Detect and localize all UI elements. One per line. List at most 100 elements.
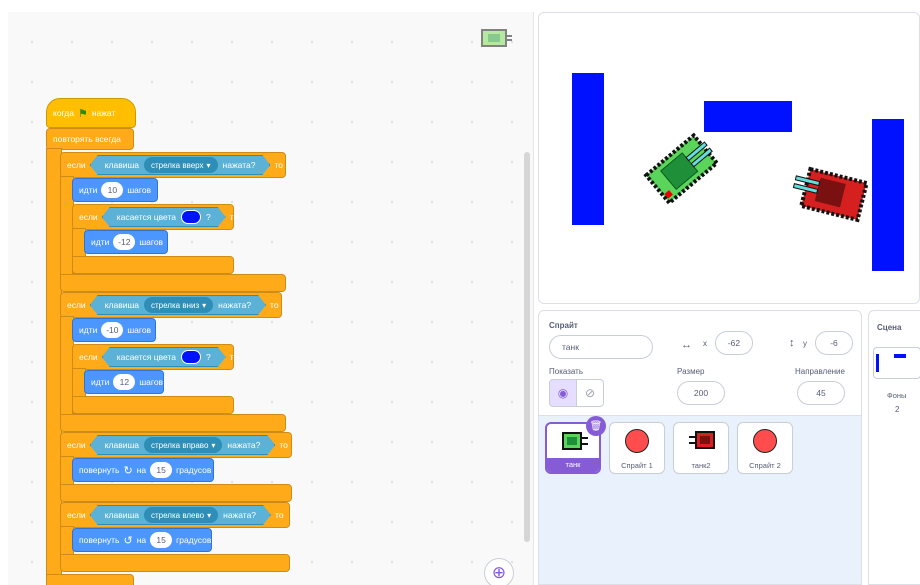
block-text: идти	[91, 377, 110, 387]
wall-left	[572, 73, 604, 225]
show-label: Показать	[549, 367, 584, 376]
if-bottom	[72, 256, 234, 274]
block-text: если	[67, 440, 86, 450]
if-bottom	[60, 554, 290, 572]
when-flag-clicked-block[interactable]: когда ⚑ нажат	[46, 98, 136, 128]
block-text: когда	[53, 108, 74, 118]
eye-off-icon[interactable]: ⊘	[576, 379, 604, 407]
block-text: клавиша	[104, 440, 139, 450]
eye-icon[interactable]: ◉	[549, 379, 577, 407]
move-steps-block[interactable]: идти 10 шагов	[72, 178, 158, 202]
if-bottom	[60, 484, 292, 502]
block-text: то	[229, 212, 239, 222]
steps-input[interactable]: -10	[101, 322, 124, 338]
move-steps-block[interactable]: идти 12 шагов	[84, 370, 164, 394]
turn-left-icon: ↺	[123, 534, 133, 547]
block-text: повернуть	[79, 465, 120, 475]
block-text: нажата?	[227, 440, 261, 450]
size-label: Размер	[677, 367, 705, 376]
block-text: идти	[79, 185, 98, 195]
backdrop-thumbnail[interactable]	[873, 347, 920, 379]
sprite-name-input[interactable]: танк	[549, 335, 653, 359]
block-text: нажата?	[222, 160, 256, 170]
if-touching-color-block[interactable]: если касается цвета ? то	[72, 204, 238, 230]
key-dropdown[interactable]: стрелка вниз ▾	[144, 297, 213, 313]
move-steps-block[interactable]: идти -10 шагов	[72, 318, 156, 342]
key-dropdown[interactable]: стрелка вправо ▾	[144, 437, 222, 453]
if-block-down[interactable]: если клавиша стрелка вниз ▾ нажата? то	[60, 292, 282, 318]
block-text: шагов	[139, 377, 164, 387]
block-text: шагов	[127, 185, 152, 195]
if-block-left[interactable]: если клавиша стрелка влево ▾ нажата? то	[60, 502, 290, 528]
block-text: идти	[91, 237, 110, 247]
key-dropdown[interactable]: стрелка вверх ▾	[144, 157, 218, 173]
backdrops-label: Фоны	[887, 391, 907, 400]
block-text: если	[67, 300, 86, 310]
block-text: нажата?	[218, 300, 252, 310]
y-arrows-icon: ↕	[789, 337, 795, 349]
green-tank-sprite[interactable]	[635, 125, 727, 205]
color-swatch[interactable]	[181, 210, 201, 224]
y-input[interactable]: -6	[815, 331, 853, 355]
steps-input[interactable]: -12	[113, 234, 136, 250]
steps-input[interactable]: 10	[101, 182, 124, 198]
sprite-tile-tank2[interactable]: танк2	[673, 422, 729, 474]
if-block-right[interactable]: если клавиша стрелка вправо ▾ нажата? то	[60, 432, 292, 458]
stage[interactable]	[538, 12, 920, 304]
sprite-label: Спрайт	[549, 321, 578, 330]
if-block-up[interactable]: если клавиша стрелка вверх ▾ нажата? то	[60, 152, 286, 178]
sprite-list: танк Спрайт 1 танк2 Спрайт 2	[538, 416, 862, 585]
block-text: на	[136, 465, 147, 475]
if-touching-color-block[interactable]: если касается цвета ? то	[72, 344, 238, 370]
block-text: то	[275, 510, 284, 520]
code-area[interactable]: когда ⚑ нажат повторять всегда если клав…	[8, 12, 534, 585]
block-text: клавиша	[104, 510, 139, 520]
move-steps-block[interactable]: идти -12 шагов	[84, 230, 168, 254]
block-text: на	[136, 535, 147, 545]
block-text: если	[67, 510, 86, 520]
block-text: касается цвета	[116, 212, 177, 222]
trash-icon[interactable]: 🗑	[586, 416, 606, 436]
touching-color-sensor[interactable]: касается цвета ?	[102, 347, 226, 367]
sprite-tile-label: танк	[547, 458, 599, 472]
degrees-input[interactable]: 15	[150, 462, 173, 478]
key-pressed-sensor[interactable]: клавиша стрелка вниз ▾ нажата?	[90, 295, 266, 315]
key-pressed-sensor[interactable]: клавиша стрелка вправо ▾ нажата?	[90, 435, 276, 455]
sprite-tile-sprite2[interactable]: Спрайт 2	[737, 422, 793, 474]
turn-right-block[interactable]: повернуть ↻ на 15 градусов	[72, 458, 214, 482]
block-text: если	[79, 352, 98, 362]
block-text: ?	[206, 352, 211, 362]
block-text: нажата?	[223, 510, 257, 520]
red-circle-thumbnail	[753, 429, 777, 453]
x-input[interactable]: -62	[715, 331, 753, 355]
block-text: если	[67, 160, 86, 170]
turn-left-block[interactable]: повернуть ↺ на 15 градусов	[72, 528, 212, 552]
block-text: идти	[79, 325, 98, 335]
block-text: то	[279, 440, 288, 450]
dropdown-text: стрелка вниз	[151, 300, 200, 310]
color-swatch[interactable]	[181, 350, 201, 364]
if-bottom	[72, 396, 234, 414]
key-pressed-sensor[interactable]: клавиша стрелка влево ▾ нажата?	[90, 505, 271, 525]
code-scrollbar[interactable]	[524, 152, 530, 542]
dropdown-text: стрелка влево	[151, 510, 205, 520]
zoom-in-icon[interactable]: ⊕	[484, 558, 514, 585]
steps-input[interactable]: 12	[113, 374, 136, 390]
red-tank-sprite[interactable]	[787, 161, 877, 227]
direction-input[interactable]: 45	[797, 381, 845, 405]
key-pressed-sensor[interactable]: клавиша стрелка вверх ▾ нажата?	[90, 155, 271, 175]
size-input[interactable]: 200	[677, 381, 725, 405]
sprite-tile-sprite1[interactable]: Спрайт 1	[609, 422, 665, 474]
degrees-input[interactable]: 15	[150, 532, 173, 548]
if-bottom	[60, 414, 286, 432]
block-text: касается цвета	[116, 352, 177, 362]
sprite-tile-label: танк2	[691, 461, 711, 470]
block-text: то	[229, 352, 239, 362]
touching-color-sensor[interactable]: касается цвета ?	[102, 207, 226, 227]
turn-right-icon: ↻	[123, 464, 133, 477]
x-label: x	[703, 339, 707, 348]
tank2-thumbnail	[689, 431, 715, 449]
green-flag-icon: ⚑	[77, 107, 88, 120]
forever-block[interactable]: повторять всегда	[46, 128, 134, 150]
key-dropdown[interactable]: стрелка влево ▾	[144, 507, 218, 523]
